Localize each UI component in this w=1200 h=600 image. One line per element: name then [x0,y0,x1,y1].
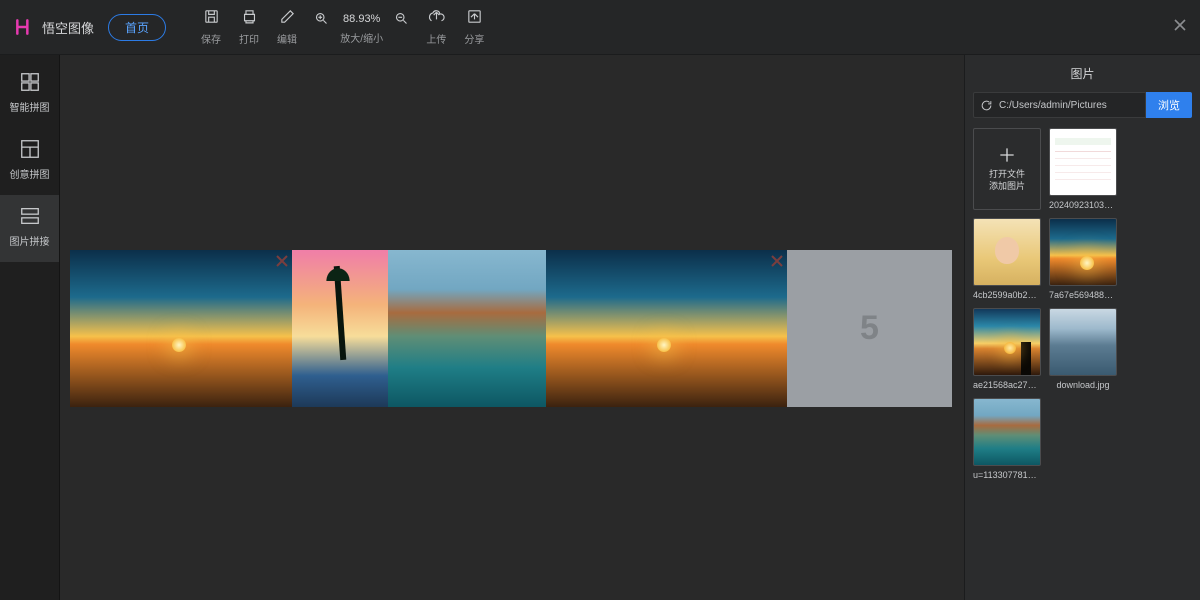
app-name: 悟空图像 [42,18,94,37]
thumbnail-label: 2024092310340... [1049,200,1117,210]
topbar: 悟空图像 首页 保存 打印 编辑 88.93% 放大/缩小 上传 分享 [0,0,1200,55]
canvas-slot-1[interactable] [70,250,292,407]
edit-button[interactable]: 编辑 [268,8,306,46]
save-label: 保存 [201,31,221,46]
plus-icon [997,145,1017,165]
thumbnail-label: u=1133077813,61... [973,470,1041,480]
slot-remove-button[interactable] [276,254,288,266]
thumbnail-item[interactable]: download.jpg [1049,308,1117,390]
save-icon [203,8,220,25]
thumbnail-item[interactable]: 4cb2599a0b2a89e... [973,218,1041,300]
thumbnail-grid: 打开文件添加图片 2024092310340... 4cb2599a0b2a89… [965,128,1200,480]
print-icon [241,8,258,25]
canvas-slot-4[interactable] [546,250,787,407]
upload-button[interactable]: 上传 [417,8,455,46]
home-button[interactable]: 首页 [108,14,166,41]
app-logo-icon [14,17,34,37]
layout-icon [19,138,41,160]
left-rail: 智能拼图 创意拼图 图片拼接 [0,55,60,600]
print-button[interactable]: 打印 [230,8,268,46]
path-row: C:/Users/admin/Pictures 浏览 [973,92,1192,118]
add-tile-line2: 添加图片 [989,181,1025,191]
canvas-slot-3[interactable] [388,250,546,407]
sidebar-item-smart-collage[interactable]: 智能拼图 [0,61,59,128]
thumbnail-label: 4cb2599a0b2a89e... [973,290,1041,300]
print-label: 打印 [239,31,259,46]
canvas-slot-2[interactable] [292,250,388,407]
share-label: 分享 [464,31,484,46]
zoom-label: 放大/缩小 [340,30,383,45]
zoom-in-icon[interactable] [314,11,329,26]
edit-icon [279,8,296,25]
canvas-area[interactable]: 5 [60,55,964,600]
stitch-canvas[interactable]: 5 [70,250,952,407]
thumbnail-label: download.jpg [1056,380,1109,390]
thumbnail-item[interactable]: 7a67e56948809fd... [1049,218,1117,300]
thumbnail-item[interactable]: u=1133077813,61... [973,398,1041,480]
slot-placeholder-number: 5 [860,309,879,348]
rows-icon [19,205,41,227]
thumbnail-label: ae21568ac27ea8e... [973,380,1041,390]
zoom-percent: 88.93% [343,13,380,25]
add-image-tile[interactable]: 打开文件添加图片 [973,128,1041,210]
share-icon [466,8,483,25]
zoom-group: 88.93% 放大/缩小 [314,9,409,45]
thumbnail-item[interactable]: 2024092310340... [1049,128,1117,210]
sidebar-item-label: 智能拼图 [10,99,50,114]
close-icon [1174,19,1186,31]
right-panel-title: 图片 [965,55,1200,92]
edit-label: 编辑 [277,31,297,46]
sidebar-item-image-stitch[interactable]: 图片拼接 [0,195,59,262]
share-button[interactable]: 分享 [455,8,493,46]
close-icon [276,255,288,267]
close-icon [771,255,783,267]
thumbnail-label: 7a67e56948809fd... [1049,290,1117,300]
sidebar-item-creative-collage[interactable]: 创意拼图 [0,128,59,195]
toolbar-group-file: 保存 打印 编辑 [192,8,306,46]
right-panel: 图片 C:/Users/admin/Pictures 浏览 打开文件添加图片 2… [964,55,1200,600]
canvas-slot-5-empty[interactable]: 5 [787,250,952,407]
refresh-icon[interactable] [980,99,993,112]
path-input[interactable]: C:/Users/admin/Pictures [973,92,1146,118]
browse-button[interactable]: 浏览 [1146,92,1192,118]
add-tile-line1: 打开文件 [989,169,1025,179]
slot-remove-button[interactable] [771,254,783,266]
toolbar-group-share: 上传 分享 [417,8,493,46]
upload-icon [428,8,445,25]
thumbnail-item[interactable]: ae21568ac27ea8e... [973,308,1041,390]
upload-label: 上传 [426,31,446,46]
path-text: C:/Users/admin/Pictures [999,100,1107,111]
sidebar-item-label: 创意拼图 [10,166,50,181]
grid-2x2-icon [19,71,41,93]
sidebar-item-label: 图片拼接 [10,233,50,248]
save-button[interactable]: 保存 [192,8,230,46]
close-button[interactable] [1174,18,1186,36]
zoom-out-icon[interactable] [394,11,409,26]
